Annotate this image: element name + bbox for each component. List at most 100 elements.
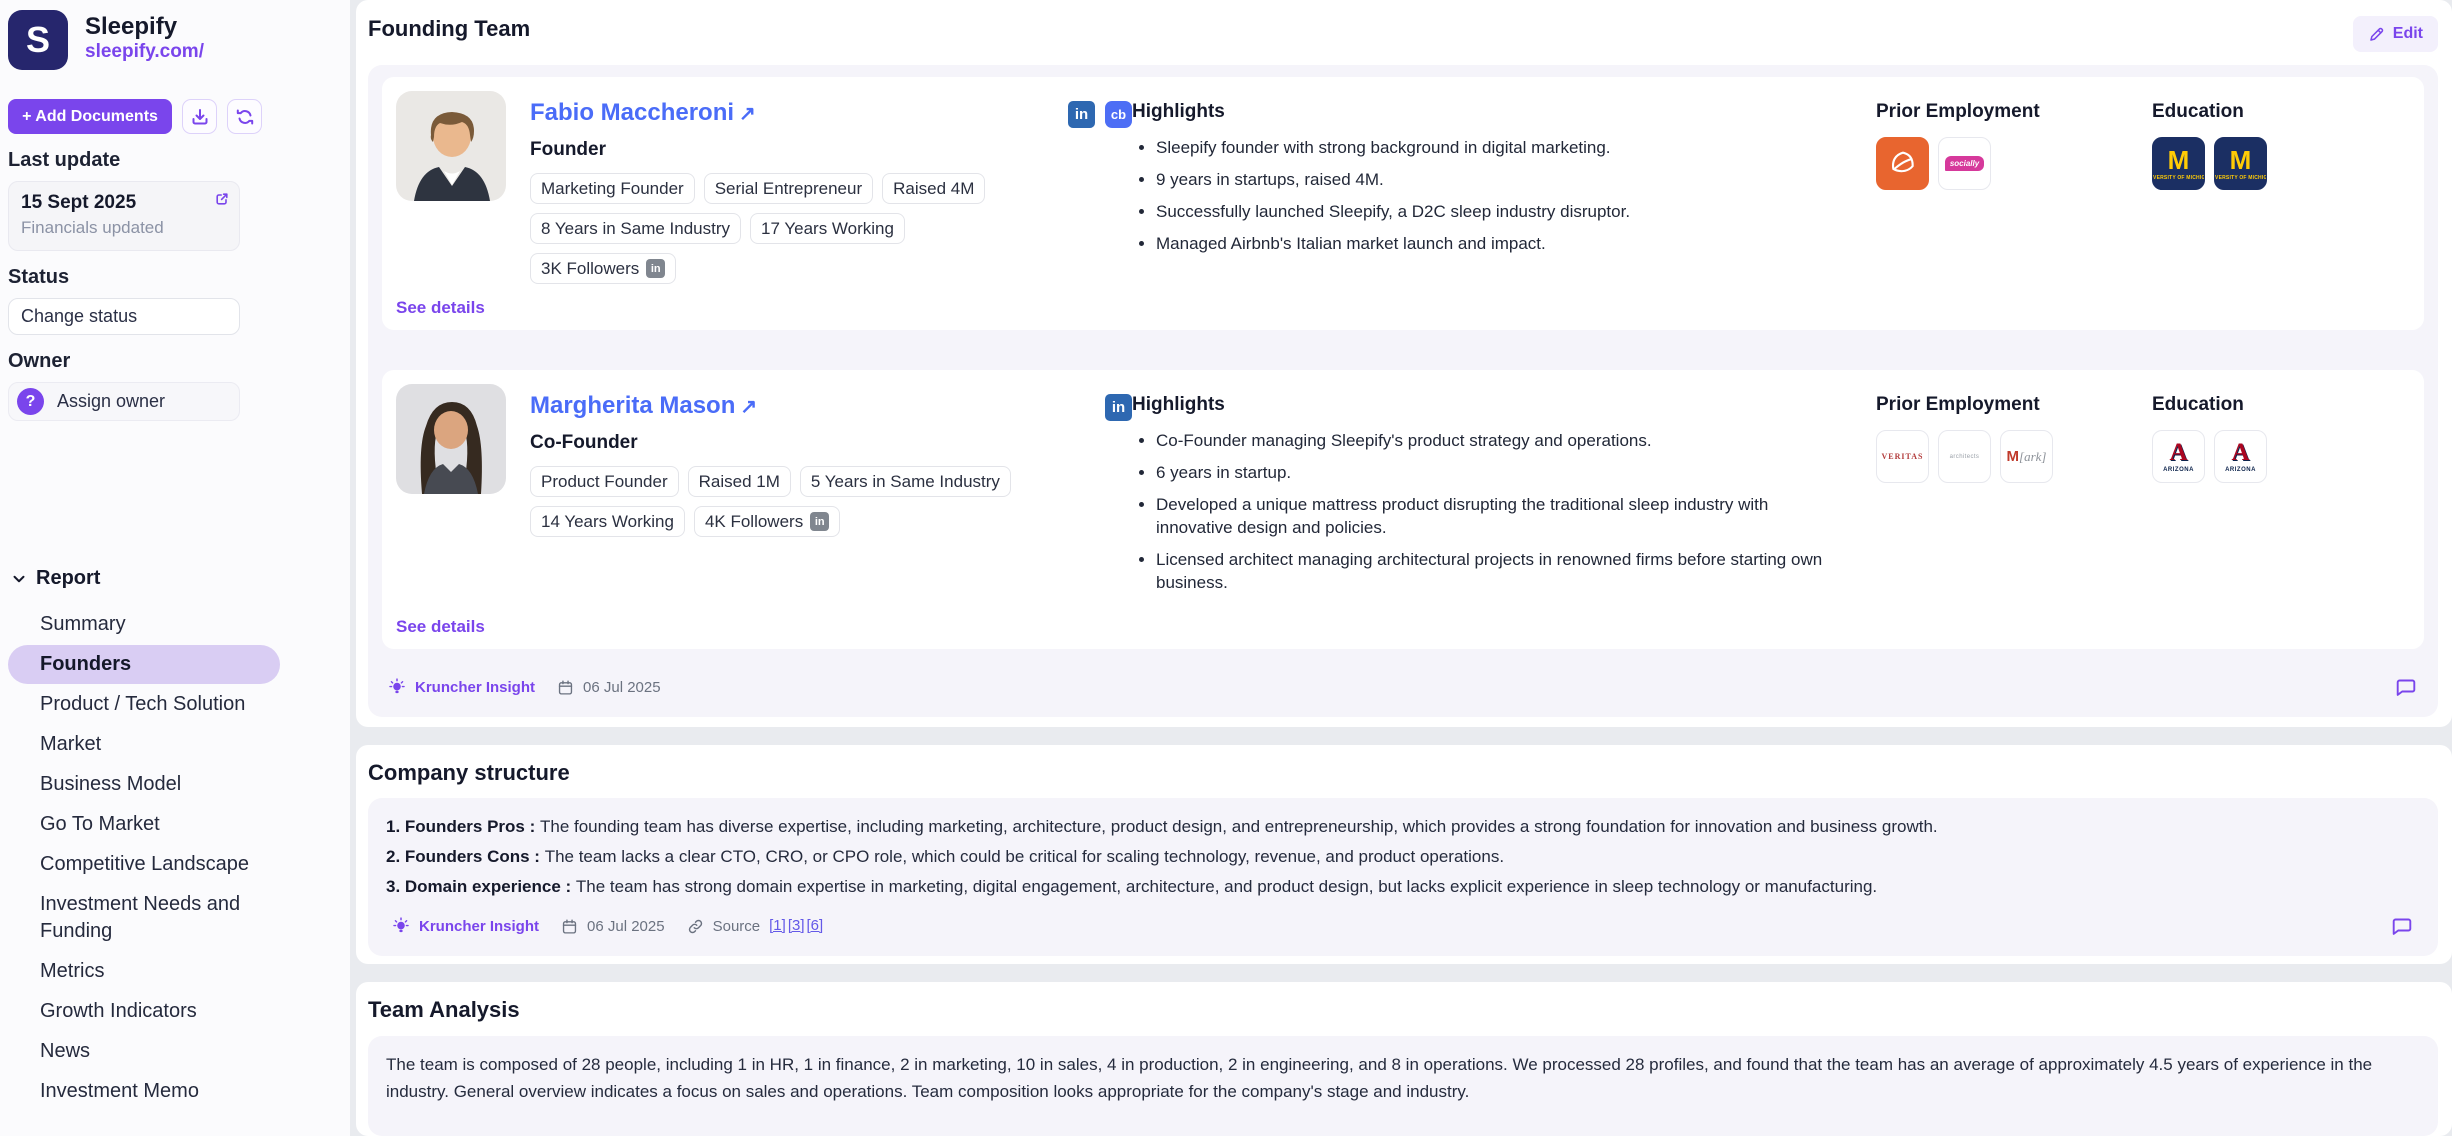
company-structure-footer: Kruncher Insight 06 Jul 2025 Source [1][… — [386, 908, 2420, 946]
add-documents-button[interactable]: + Add Documents — [8, 99, 172, 134]
education-title: Education — [2152, 394, 2408, 416]
status-label: Status — [8, 266, 342, 289]
sidebar-item-label: Product / Tech Solution — [40, 693, 245, 715]
highlights-list: Sleepify founder with strong background … — [1132, 136, 1832, 255]
owner-label: Owner — [8, 350, 342, 373]
comment-button[interactable] — [2392, 673, 2420, 701]
team-analysis-box: The team is composed of 28 people, inclu… — [368, 1036, 2438, 1136]
followers-tag: 4K Followersin — [694, 506, 840, 537]
sidebar-item-investment-needs-and-funding[interactable]: Investment Needs and Funding — [8, 885, 280, 951]
prior-employment-title: Prior Employment — [1876, 394, 2152, 416]
comment-icon — [2394, 675, 2418, 699]
comment-button[interactable] — [2388, 912, 2416, 940]
orange-leaf-glyph — [1886, 147, 1920, 181]
edit-button[interactable]: Edit — [2353, 16, 2438, 52]
pencil-icon — [2368, 26, 2385, 43]
founder-name: Fabio Maccheroni — [530, 99, 734, 127]
report-section-toggle[interactable]: Report — [10, 567, 342, 590]
linkedin-icon[interactable]: in — [1068, 101, 1095, 128]
highlight-item: Licensed architect managing architectura… — [1132, 548, 1832, 594]
male-portrait — [396, 91, 506, 201]
see-details-link[interactable]: See details — [396, 603, 2408, 637]
lightbulb-icon — [388, 678, 406, 696]
education-title: Education — [2152, 101, 2408, 123]
edit-button-label: Edit — [2393, 25, 2423, 43]
sidebar-item-product-tech-solution[interactable]: Product / Tech Solution — [8, 685, 280, 724]
company-structure-box: 1. Founders Pros : The founding team has… — [368, 798, 2438, 956]
founder-name-link[interactable]: Fabio Maccheroni ↗ — [530, 99, 1044, 127]
female-portrait — [396, 384, 506, 494]
assign-owner-button[interactable]: ? Assign owner — [8, 382, 240, 421]
last-update-card: 15 Sept 2025 Financials updated — [8, 181, 240, 251]
sidebar-item-go-to-market[interactable]: Go To Market — [8, 805, 280, 844]
sidebar-item-label: Market — [40, 733, 101, 755]
team-analysis-text: The team is composed of 28 people, inclu… — [386, 1051, 2406, 1105]
refresh-button[interactable] — [227, 99, 262, 134]
founder-photo — [396, 384, 506, 494]
download-button[interactable] — [182, 99, 217, 134]
change-status-select[interactable]: Change status — [8, 298, 240, 335]
founder-photo — [396, 91, 506, 201]
founder-tags: Marketing FounderSerial EntrepreneurRais… — [530, 173, 1044, 284]
report-nav: Summary Founders Product / Tech Solution… — [8, 605, 342, 1111]
founders-container: Fabio Maccheroni ↗ Founder Marketing Fou… — [368, 65, 2438, 717]
mark-logo: M[ark] — [2000, 430, 2053, 483]
sidebar-item-metrics[interactable]: Metrics — [8, 952, 280, 991]
source-link[interactable]: [3] — [788, 917, 805, 934]
company-name: Sleepify — [85, 10, 204, 41]
comment-icon — [2390, 914, 2414, 938]
arizona-logo: AARIZONA — [2214, 430, 2267, 483]
linkedin-icon: in — [646, 259, 665, 278]
company-structure-title: Company structure — [368, 760, 2438, 786]
sidebar-item-market[interactable]: Market — [8, 725, 280, 764]
see-details-link[interactable]: See details — [396, 284, 2408, 318]
report-label: Report — [36, 567, 100, 590]
prior-employment-logos: socially — [1876, 137, 2152, 190]
michigan-logo: MUNIVERSITY OF MICHIGAN — [2152, 137, 2205, 190]
followers-tag: 3K Followersin — [530, 253, 676, 284]
company-structure-list: 1. Founders Pros : The founding team has… — [386, 812, 2420, 902]
calendar-icon — [557, 679, 574, 696]
lightbulb-icon — [392, 917, 410, 935]
highlights-title: Highlights — [1132, 394, 1876, 416]
founder-tags: Product FounderRaised 1M5 Years in Same … — [530, 466, 1054, 537]
sidebar-item-competitive-landscape[interactable]: Competitive Landscape — [8, 845, 280, 884]
question-icon: ? — [17, 388, 44, 415]
external-link-icon[interactable] — [214, 191, 230, 207]
founder-card-fabio-maccheroni: Fabio Maccheroni ↗ Founder Marketing Fou… — [382, 77, 2424, 330]
founder-tag: Raised 1M — [688, 466, 791, 497]
source-link[interactable]: [6] — [807, 917, 824, 934]
highlight-item: 9 years in startups, raised 4M. — [1132, 168, 1832, 191]
highlight-item: Successfully launched Sleepify, a D2C sl… — [1132, 200, 1832, 223]
source-link[interactable]: [1] — [769, 917, 786, 934]
company-url-link[interactable]: sleepify.com/ — [85, 41, 204, 62]
external-arrow-icon: ↗ — [740, 394, 757, 419]
sidebar-item-growth-indicators[interactable]: Growth Indicators — [8, 992, 280, 1031]
highlight-item: Co-Founder managing Sleepify's product s… — [1132, 429, 1832, 452]
founders-list: Fabio Maccheroni ↗ Founder Marketing Fou… — [382, 77, 2424, 649]
founder-tag: 14 Years Working — [530, 506, 685, 537]
sidebar-item-business-model[interactable]: Business Model — [8, 765, 280, 804]
sidebar-item-label: Investment Memo — [40, 1080, 199, 1102]
founding-team-title: Founding Team — [368, 16, 530, 42]
highlights-list: Co-Founder managing Sleepify's product s… — [1132, 429, 1832, 594]
founder-tag: Raised 4M — [882, 173, 985, 204]
crunchbase-icon[interactable]: cb — [1105, 101, 1132, 128]
sidebar-item-founders[interactable]: Founders — [8, 645, 280, 684]
linkedin-icon[interactable]: in — [1105, 394, 1132, 421]
founding-team-section: Founding Team Edit Fabio Maccheroni ↗ — [356, 0, 2452, 727]
team-analysis-section: Team Analysis The team is composed of 28… — [356, 982, 2452, 1136]
sidebar-item-news[interactable]: News — [8, 1032, 280, 1071]
sidebar-item-summary[interactable]: Summary — [8, 605, 280, 644]
sidebar-item-label: Growth Indicators — [40, 1000, 197, 1022]
sidebar-item-investment-memo[interactable]: Investment Memo — [8, 1072, 280, 1111]
founder-tag: Marketing Founder — [530, 173, 695, 204]
insight-date: 06 Jul 2025 — [587, 918, 665, 935]
external-arrow-icon: ↗ — [739, 101, 756, 126]
founder-tag: 5 Years in Same Industry — [800, 466, 1011, 497]
founder-social-icons: in — [1105, 384, 1132, 603]
sidebar-item-label: Summary — [40, 613, 126, 635]
founder-name-link[interactable]: Margherita Mason ↗ — [530, 392, 1054, 420]
insight-date: 06 Jul 2025 — [583, 679, 661, 696]
company-structure-item: 3. Domain experience : The team has stro… — [386, 872, 2420, 902]
